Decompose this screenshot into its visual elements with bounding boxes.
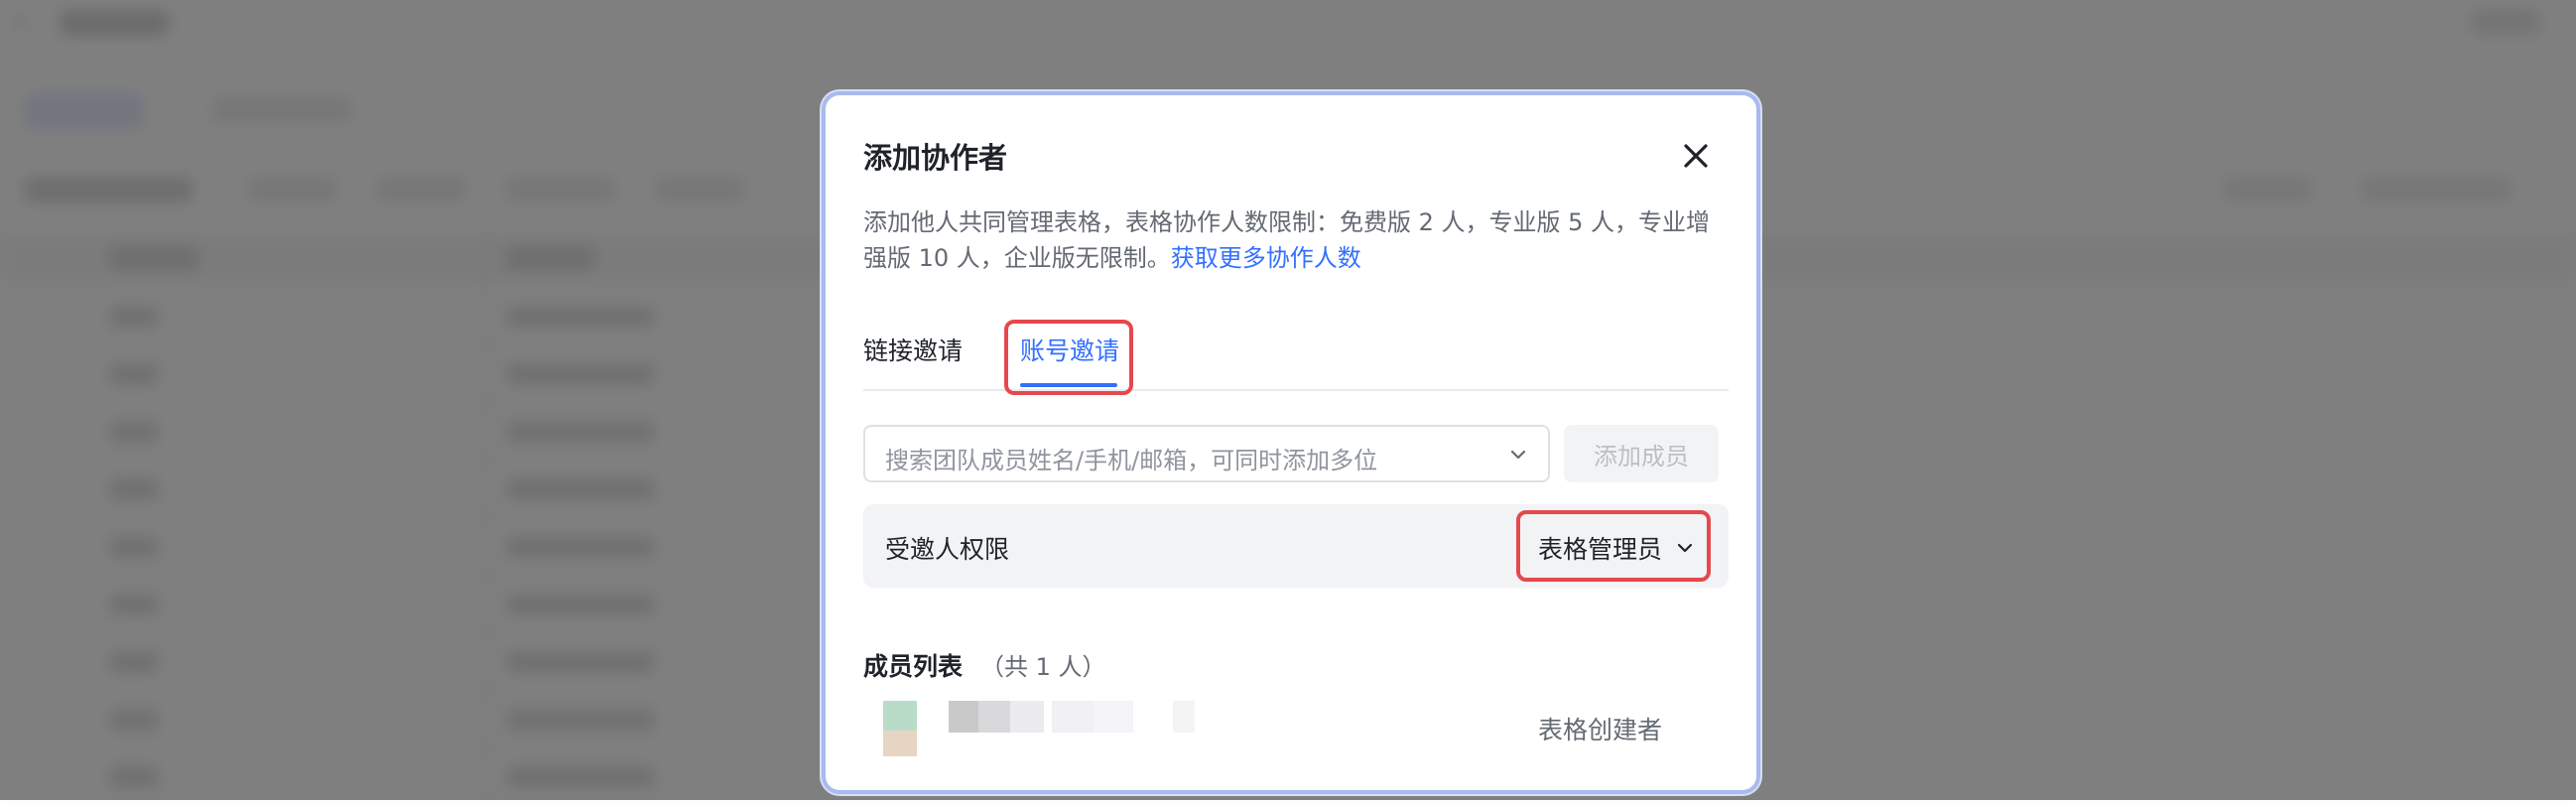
redaction-block [949, 701, 978, 733]
redaction-block [1173, 701, 1195, 733]
redaction-block [1052, 701, 1094, 733]
add-member-button[interactable]: 添加成员 [1564, 425, 1719, 482]
dialog-title: 添加协作者 [863, 141, 1008, 175]
chevron-down-icon [1677, 543, 1693, 553]
add-collaborator-dialog: 添加协作者 添加他人共同管理表格，表格协作人数限制：免费版 2 人，专业版 5 … [826, 95, 1756, 790]
redaction-block [978, 701, 1010, 733]
member-list-title: 成员列表 [863, 652, 964, 681]
tab-divider [863, 389, 1729, 391]
invitee-permission-row: 受邀人权限 表格管理员 [863, 504, 1729, 588]
avatar [883, 701, 917, 756]
get-more-collaborators-link[interactable]: 获取更多协作人数 [1171, 244, 1361, 272]
chevron-down-icon [1510, 450, 1526, 460]
member-name-redacted [949, 701, 1197, 733]
dialog-description: 添加他人共同管理表格，表格协作人数限制：免费版 2 人，专业版 5 人，专业增强… [863, 204, 1729, 276]
tab-link-invite[interactable]: 链接邀请 [863, 332, 963, 367]
permission-value: 表格管理员 [1538, 535, 1663, 564]
search-placeholder: 搜索团队成员姓名/手机/邮箱，可同时添加多位 [885, 447, 1378, 474]
permission-label: 受邀人权限 [885, 535, 1010, 564]
avatar-part [883, 731, 917, 756]
close-button[interactable] [1678, 138, 1714, 174]
member-list-count: （共 1 人） [980, 653, 1106, 681]
member-search-input[interactable]: 搜索团队成员姓名/手机/邮箱，可同时添加多位 [863, 425, 1550, 482]
redaction-block [1094, 701, 1133, 733]
tab-highlight-box [1004, 320, 1133, 395]
member-role: 表格创建者 [1538, 716, 1663, 744]
avatar-part [883, 701, 917, 731]
close-icon [1684, 144, 1708, 168]
redaction-block [1010, 701, 1044, 733]
permission-select[interactable]: 表格管理员 [1516, 510, 1711, 582]
